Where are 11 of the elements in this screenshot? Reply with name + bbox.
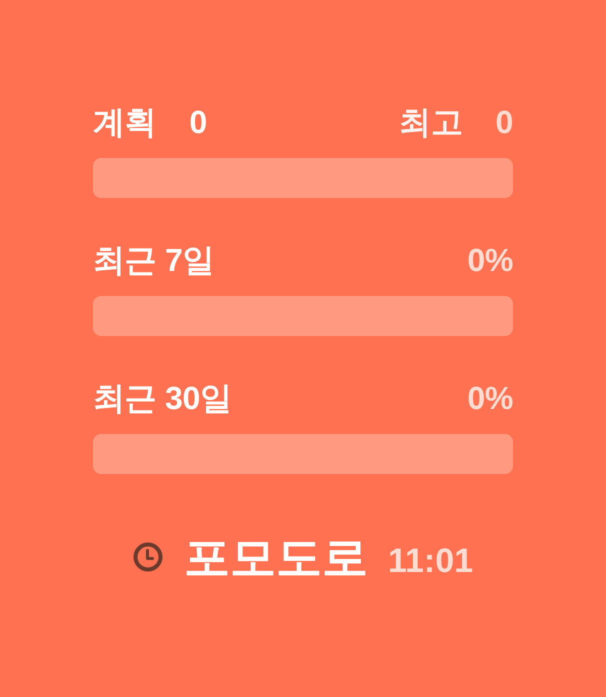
plan-count: 0 <box>189 104 207 140</box>
percent-value: 0% <box>467 380 513 416</box>
plan-label: 계획 <box>93 104 156 140</box>
period-label: 최근 7일 <box>93 242 214 278</box>
percent-value: 0% <box>467 242 513 278</box>
clock-icon <box>132 542 163 572</box>
period-label: 최근 30일 <box>93 380 232 416</box>
timer-time: 11:01 <box>388 541 474 581</box>
best-count: 0 <box>496 104 513 140</box>
timer-title: 포모도로 <box>184 530 368 584</box>
best-label: 최고 <box>399 104 462 140</box>
